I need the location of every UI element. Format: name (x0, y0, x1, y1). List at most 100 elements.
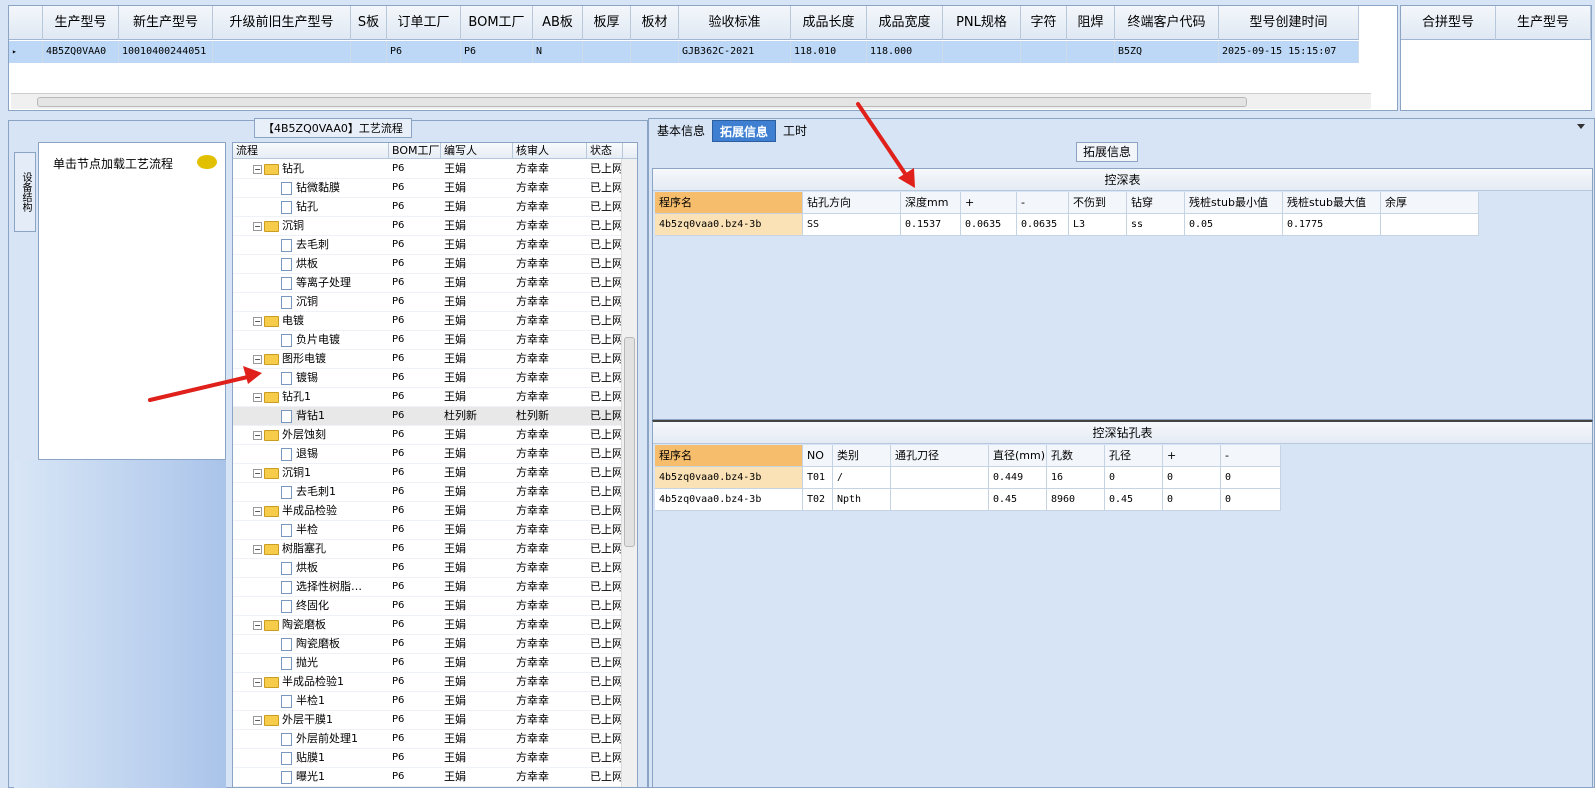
table-cell[interactable]: SS (803, 214, 901, 236)
table-col-header[interactable]: 钻穿 (1127, 192, 1185, 214)
grid-cell[interactable]: GJB362C-2021 (679, 41, 791, 63)
table-col-header[interactable]: + (961, 192, 1017, 214)
grid-cell[interactable]: 10010400244051 (119, 41, 213, 63)
tree-row[interactable]: 背钻1 P6 杜列新 杜列新 已上网 (233, 407, 623, 426)
tree-col-header[interactable]: 流程 (233, 143, 389, 159)
table-cell[interactable]: 0 (1105, 467, 1163, 489)
table-cell[interactable]: 0.45 (989, 489, 1047, 511)
tree-node[interactable]: 半检1 (233, 692, 389, 710)
table-col-header[interactable]: NO (803, 445, 833, 467)
grid-cell[interactable] (583, 41, 631, 63)
table-col-header[interactable]: 不伤到 (1069, 192, 1127, 214)
grid-cell[interactable]: N (533, 41, 583, 63)
tree-row[interactable]: 沉铜 P6 王娟 方幸幸 已上网 (233, 293, 623, 312)
tree-node[interactable]: 选择性树脂… (233, 578, 389, 596)
collapse-toggle-icon[interactable]: − (253, 392, 262, 402)
table-cell[interactable]: T02 (803, 489, 833, 511)
table-col-header[interactable]: - (1017, 192, 1069, 214)
tree-node[interactable]: − 沉铜1 (233, 464, 389, 482)
tree-row[interactable]: 选择性树脂… P6 王娟 方幸幸 已上网 (233, 578, 623, 597)
collapse-toggle-icon[interactable]: − (253, 221, 262, 231)
horizontal-scrollbar[interactable] (11, 93, 1371, 109)
tree-node[interactable]: 沉铜 (233, 293, 389, 311)
tree-row[interactable]: 去毛刺 P6 王娟 方幸幸 已上网 (233, 236, 623, 255)
table-col-header[interactable]: 程序名 (655, 445, 803, 467)
table-cell[interactable]: 0.0635 (961, 214, 1017, 236)
table-cell[interactable] (1381, 214, 1479, 236)
table-cell[interactable]: 0.1537 (901, 214, 961, 236)
table-col-header[interactable]: 钻孔方向 (803, 192, 901, 214)
tree-node[interactable]: 陶瓷磨板 (233, 635, 389, 653)
grid-cell[interactable]: 4B5ZQ0VAA0 (43, 41, 119, 63)
tree-node[interactable]: − 图形电镀 (233, 350, 389, 368)
table-col-header[interactable]: 程序名 (655, 192, 803, 214)
table-cell[interactable]: 8960 (1047, 489, 1105, 511)
tab-dropdown-icon[interactable] (1577, 124, 1585, 129)
table-cell[interactable] (891, 489, 989, 511)
table-row[interactable]: 4b5zq0vaa0.bz4-3b T02 Npth 0.45 8960 0.45 0 0 (655, 489, 1281, 511)
tree-row[interactable]: 烘板 P6 王娟 方幸幸 已上网 (233, 255, 623, 274)
tree-node[interactable]: 钻微黏膜 (233, 179, 389, 197)
table-cell[interactable]: 0.05 (1185, 214, 1283, 236)
table-cell[interactable]: 0.0635 (1017, 214, 1069, 236)
tree-node[interactable]: 钻孔 (233, 198, 389, 216)
tree-node[interactable]: 去毛刺1 (233, 483, 389, 501)
tree-node[interactable]: 半检 (233, 521, 389, 539)
tree-row[interactable]: 去毛刺1 P6 王娟 方幸幸 已上网 (233, 483, 623, 502)
column-header[interactable]: 升级前旧生产型号 (213, 6, 351, 40)
grid-cell[interactable] (1021, 41, 1067, 63)
tree-node[interactable]: 烘板 (233, 559, 389, 577)
tree-node[interactable]: − 沉铜 (233, 217, 389, 235)
collapse-toggle-icon[interactable]: − (253, 715, 262, 725)
table-cell[interactable]: / (833, 467, 891, 489)
tree-row[interactable]: − 图形电镀 P6 王娟 方幸幸 已上网 (233, 350, 623, 369)
collapse-toggle-icon[interactable]: − (253, 620, 262, 630)
grid-cell[interactable] (631, 41, 679, 63)
tree-node[interactable]: − 半成品检验1 (233, 673, 389, 691)
grid-cell[interactable]: P6 (461, 41, 533, 63)
table-cell[interactable]: T01 (803, 467, 833, 489)
table-cell[interactable]: 0 (1163, 489, 1221, 511)
merge-col-header[interactable]: 合拼型号 (1401, 6, 1496, 40)
table-cell[interactable]: 0.1775 (1283, 214, 1381, 236)
column-header[interactable]: 成品长度 (791, 6, 867, 40)
tree-col-header[interactable]: BOM工厂 (389, 143, 441, 159)
tree-row[interactable]: 陶瓷磨板 P6 王娟 方幸幸 已上网 (233, 635, 623, 654)
tree-col-header[interactable]: 核审人 (513, 143, 587, 159)
column-header[interactable]: 订单工厂 (387, 6, 461, 40)
table-col-header[interactable]: + (1163, 445, 1221, 467)
table-col-header[interactable]: 孔径 (1105, 445, 1163, 467)
tree-node[interactable]: 退锡 (233, 445, 389, 463)
tree-row[interactable]: 半检1 P6 王娟 方幸幸 已上网 (233, 692, 623, 711)
column-header[interactable]: 型号创建时间 (1219, 6, 1359, 40)
tree-row[interactable]: 镀锡 P6 王娟 方幸幸 已上网 (233, 369, 623, 388)
tree-node[interactable]: 贴膜1 (233, 749, 389, 767)
table-col-header[interactable]: 通孔刀径 (891, 445, 989, 467)
tree-row[interactable]: − 钻孔1 P6 王娟 方幸幸 已上网 (233, 388, 623, 407)
table-col-header[interactable]: 孔数 (1047, 445, 1105, 467)
collapse-toggle-icon[interactable]: − (253, 506, 262, 516)
collapse-toggle-icon[interactable]: − (253, 468, 262, 478)
tab-0[interactable]: 基本信息 (650, 120, 712, 142)
row-indicator[interactable]: ▸ (9, 41, 43, 63)
table-cell[interactable]: 16 (1047, 467, 1105, 489)
tree-row[interactable]: − 电镀 P6 王娟 方幸幸 已上网 (233, 312, 623, 331)
column-header[interactable]: 新生产型号 (119, 6, 213, 40)
collapse-toggle-icon[interactable]: − (253, 164, 262, 174)
column-header[interactable]: 字符 (1021, 6, 1067, 40)
collapse-toggle-icon[interactable]: − (253, 316, 262, 326)
tree-row[interactable]: 负片电镀 P6 王娟 方幸幸 已上网 (233, 331, 623, 350)
tab-2[interactable]: 工时 (776, 120, 814, 142)
tree-row[interactable]: − 沉铜1 P6 王娟 方幸幸 已上网 (233, 464, 623, 483)
tree-row[interactable]: 曝光1 P6 王娟 方幸幸 已上网 (233, 768, 623, 787)
table-cell[interactable]: 0 (1221, 467, 1281, 489)
column-header[interactable]: 生产型号 (43, 6, 119, 40)
vertical-scrollbar[interactable] (621, 159, 637, 787)
tree-col-header[interactable]: 编写人 (441, 143, 513, 159)
column-header[interactable]: 阻焊 (1067, 6, 1115, 40)
tree-row[interactable]: 钻微黏膜 P6 王娟 方幸幸 已上网 (233, 179, 623, 198)
tree-node[interactable]: − 半成品检验 (233, 502, 389, 520)
merge-col-header[interactable]: 生产型号 (1496, 6, 1591, 40)
table-cell[interactable]: 0.45 (1105, 489, 1163, 511)
column-header[interactable]: PNL规格 (943, 6, 1021, 40)
